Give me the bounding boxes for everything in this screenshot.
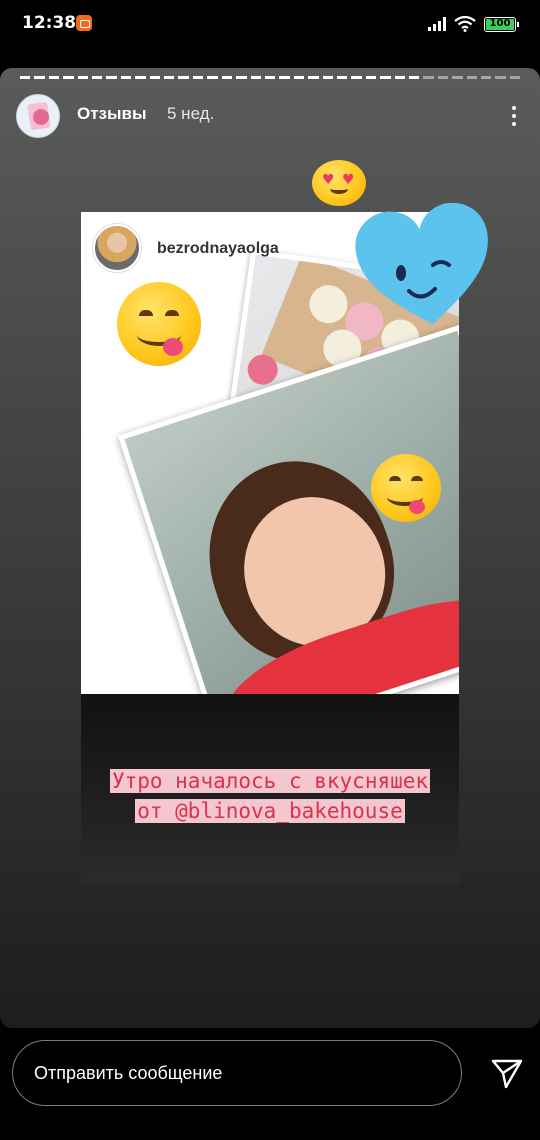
progress-segment xyxy=(509,76,521,79)
progress-segment xyxy=(149,76,161,79)
progress-segment xyxy=(279,76,290,79)
story-title[interactable]: Отзывы xyxy=(77,104,147,124)
message-bar: Отправить сообщение xyxy=(0,1028,540,1140)
progress-segment xyxy=(394,76,405,79)
progress-segment xyxy=(308,76,319,79)
heart-eyes-emoji: ♥ ♥ xyxy=(312,160,366,206)
yum-emoji xyxy=(371,454,441,522)
story-caption-line-1: Утро началось с вкусняшек xyxy=(109,769,431,793)
status-icons: 100 xyxy=(428,14,519,34)
progress-segment xyxy=(106,76,117,79)
progress-segment xyxy=(408,76,420,79)
progress-segment xyxy=(77,76,89,79)
progress-segment xyxy=(365,76,377,79)
progress-segment xyxy=(48,76,60,79)
progress-segment xyxy=(293,76,305,79)
repost-username[interactable]: bezrodnayaolga xyxy=(157,240,279,258)
progress-segment xyxy=(250,76,261,79)
progress-segment xyxy=(466,76,477,79)
progress-segment xyxy=(380,76,391,79)
yum-emoji xyxy=(117,282,201,366)
progress-segment xyxy=(452,76,463,79)
wifi-icon xyxy=(454,16,476,32)
progress-segment xyxy=(120,76,132,79)
progress-segment xyxy=(423,76,434,79)
progress-segment xyxy=(336,76,348,79)
progress-segment xyxy=(135,76,146,79)
status-time: 12:38 xyxy=(22,13,77,33)
story-avatar[interactable] xyxy=(16,94,60,138)
story-caption-line-2: от @blinova_bakehouse xyxy=(135,799,405,823)
message-placeholder: Отправить сообщение xyxy=(34,1063,223,1083)
story-progress-bar xyxy=(20,76,521,79)
progress-segment xyxy=(164,76,175,79)
progress-segment xyxy=(178,76,189,79)
progress-segment xyxy=(437,76,449,79)
progress-segment xyxy=(92,76,103,79)
status-bar: 12:38 100 xyxy=(0,0,540,48)
send-message-input[interactable]: Отправить сообщение xyxy=(12,1040,462,1106)
more-options-icon[interactable] xyxy=(504,94,524,138)
progress-segment xyxy=(20,76,31,79)
progress-segment xyxy=(236,76,247,79)
send-icon[interactable] xyxy=(490,1056,524,1090)
progress-segment xyxy=(351,76,362,79)
progress-segment xyxy=(221,76,233,79)
app-notification-icon xyxy=(76,15,92,31)
blue-heart-wink-sticker xyxy=(355,203,488,325)
progress-segment xyxy=(481,76,492,79)
story-timestamp: 5 нед. xyxy=(167,104,215,123)
progress-segment xyxy=(322,76,333,79)
story-viewer[interactable]: Отзывы 5 нед. ♥ ♥ bezrodnayaolga Утро на… xyxy=(0,68,540,1028)
progress-segment xyxy=(495,76,506,79)
progress-segment xyxy=(192,76,204,79)
battery-level: 100 xyxy=(489,17,511,29)
progress-segment xyxy=(207,76,218,79)
repost-user-avatar[interactable] xyxy=(93,224,141,272)
progress-segment xyxy=(63,76,74,79)
signal-icon xyxy=(428,17,446,31)
progress-segment xyxy=(264,76,276,79)
progress-segment xyxy=(34,76,45,79)
story-header: Отзывы 5 нед. xyxy=(16,94,524,138)
battery-icon: 100 xyxy=(484,16,519,32)
